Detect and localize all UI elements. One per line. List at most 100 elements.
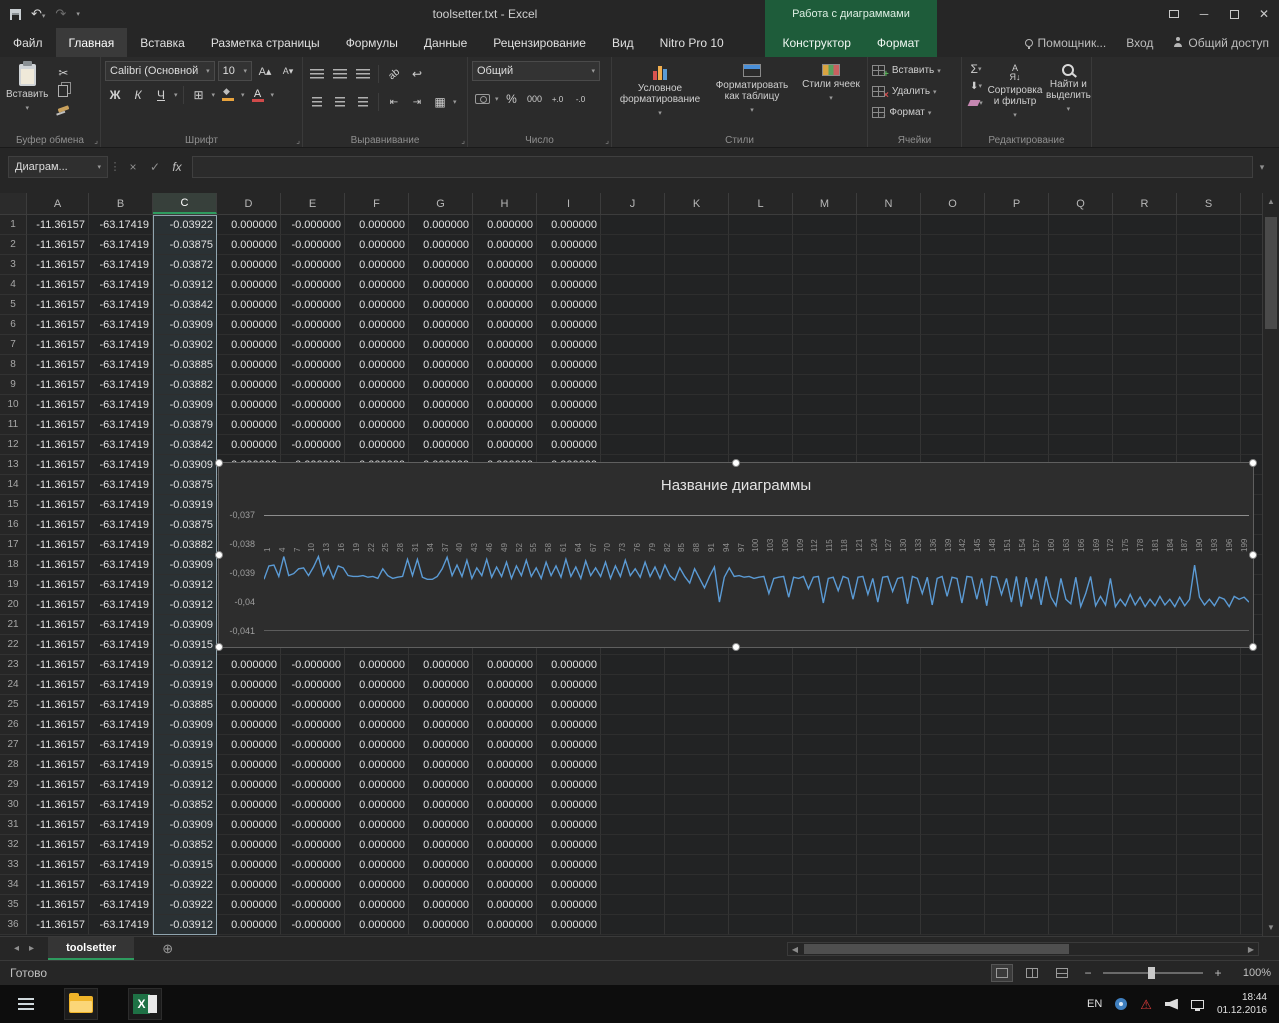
- cell[interactable]: 0.000000: [537, 895, 601, 915]
- cell[interactable]: [985, 655, 1049, 675]
- row-number[interactable]: 1: [0, 215, 27, 235]
- row-number[interactable]: 23: [0, 655, 27, 675]
- cell[interactable]: [729, 835, 793, 855]
- cell[interactable]: -11.36157: [27, 555, 89, 575]
- cell[interactable]: -0.000000: [281, 215, 345, 235]
- cell[interactable]: [1241, 395, 1262, 415]
- cell[interactable]: -0.000000: [281, 835, 345, 855]
- cell[interactable]: -63.17419: [89, 735, 153, 755]
- cell[interactable]: [601, 815, 665, 835]
- cell[interactable]: [857, 715, 921, 735]
- cell[interactable]: 0.000000: [409, 835, 473, 855]
- chart-handle-bottom-left[interactable]: [215, 643, 223, 651]
- cell[interactable]: -11.36157: [27, 915, 89, 935]
- cell[interactable]: 0.000000: [537, 435, 601, 455]
- number-format-combo[interactable]: Общий ▾: [472, 61, 600, 81]
- cell[interactable]: [601, 315, 665, 335]
- cell[interactable]: -63.17419: [89, 595, 153, 615]
- cell[interactable]: 0.000000: [345, 915, 409, 935]
- row-number[interactable]: 16: [0, 515, 27, 535]
- assistant-button[interactable]: Помощник...: [1024, 36, 1106, 50]
- zoom-out-button[interactable]: −: [1081, 966, 1095, 980]
- cell[interactable]: [729, 735, 793, 755]
- cell[interactable]: -11.36157: [27, 575, 89, 595]
- cell[interactable]: -0.000000: [281, 895, 345, 915]
- cell[interactable]: [729, 655, 793, 675]
- cell[interactable]: -11.36157: [27, 395, 89, 415]
- cell[interactable]: [1049, 875, 1113, 895]
- cell[interactable]: 0.000000: [217, 835, 281, 855]
- cell[interactable]: [729, 275, 793, 295]
- cell[interactable]: 0.000000: [345, 395, 409, 415]
- ribbon-tab-formulas[interactable]: Формулы: [333, 28, 411, 57]
- cell[interactable]: [729, 815, 793, 835]
- cell[interactable]: -0.03922: [153, 895, 217, 915]
- cell[interactable]: -11.36157: [27, 695, 89, 715]
- format-cells-button[interactable]: · Формат▾: [872, 102, 957, 123]
- cell[interactable]: [665, 235, 729, 255]
- cell[interactable]: 0.000000: [217, 435, 281, 455]
- column-header-R[interactable]: R: [1113, 193, 1177, 214]
- find-select-button[interactable]: Найти и выделить ▾: [1044, 61, 1093, 118]
- cell[interactable]: [1113, 255, 1177, 275]
- cell[interactable]: [793, 315, 857, 335]
- cell[interactable]: 0.000000: [409, 315, 473, 335]
- cell[interactable]: 0.000000: [537, 295, 601, 315]
- cell[interactable]: [1049, 255, 1113, 275]
- cell[interactable]: 0.000000: [409, 795, 473, 815]
- cell[interactable]: [793, 235, 857, 255]
- cell[interactable]: [1177, 215, 1241, 235]
- align-top-button[interactable]: [307, 64, 327, 84]
- redo-button[interactable]: ↷: [55, 5, 66, 23]
- cell[interactable]: -0.000000: [281, 315, 345, 335]
- cell[interactable]: [857, 375, 921, 395]
- cell[interactable]: -11.36157: [27, 515, 89, 535]
- cell[interactable]: [1177, 915, 1241, 935]
- cell[interactable]: [857, 395, 921, 415]
- cell[interactable]: 0.000000: [473, 655, 537, 675]
- cell[interactable]: -0.03909: [153, 315, 217, 335]
- increase-indent-button[interactable]: ⇥: [407, 92, 427, 112]
- cell[interactable]: -0.03885: [153, 695, 217, 715]
- cell[interactable]: -0.03912: [153, 275, 217, 295]
- cell[interactable]: -63.17419: [89, 775, 153, 795]
- cell[interactable]: -11.36157: [27, 615, 89, 635]
- start-menu-icon[interactable]: [18, 998, 34, 1010]
- row-number[interactable]: 11: [0, 415, 27, 435]
- cell[interactable]: 0.000000: [537, 675, 601, 695]
- cell[interactable]: [921, 815, 985, 835]
- cell[interactable]: [857, 735, 921, 755]
- cell[interactable]: [1177, 395, 1241, 415]
- cell[interactable]: -0.03915: [153, 855, 217, 875]
- cell[interactable]: [729, 355, 793, 375]
- cell[interactable]: -0.03912: [153, 655, 217, 675]
- network-icon[interactable]: [1190, 999, 1204, 1011]
- save-icon[interactable]: [10, 8, 21, 20]
- cell[interactable]: [601, 375, 665, 395]
- cell[interactable]: -11.36157: [27, 815, 89, 835]
- cell[interactable]: [857, 815, 921, 835]
- format-painter-button[interactable]: [53, 101, 73, 117]
- cell[interactable]: [793, 735, 857, 755]
- cell[interactable]: [665, 835, 729, 855]
- cell[interactable]: 0.000000: [537, 915, 601, 935]
- row-number[interactable]: 9: [0, 375, 27, 395]
- cell[interactable]: 0.000000: [537, 355, 601, 375]
- cell[interactable]: [1049, 675, 1113, 695]
- cell[interactable]: 0.000000: [537, 415, 601, 435]
- insert-cells-button[interactable]: + Вставить ▾: [872, 60, 957, 81]
- cell[interactable]: 0.000000: [217, 255, 281, 275]
- cell[interactable]: -11.36157: [27, 895, 89, 915]
- cell[interactable]: -0.000000: [281, 395, 345, 415]
- cell[interactable]: [1241, 335, 1262, 355]
- new-sheet-button[interactable]: ⊕: [162, 941, 173, 957]
- cell[interactable]: [665, 695, 729, 715]
- cell[interactable]: [921, 895, 985, 915]
- cell[interactable]: [857, 275, 921, 295]
- cell[interactable]: [921, 855, 985, 875]
- merge-dropdown[interactable]: ▾: [453, 98, 457, 106]
- cell[interactable]: [793, 875, 857, 895]
- cell[interactable]: -63.17419: [89, 755, 153, 775]
- cell[interactable]: 0.000000: [217, 355, 281, 375]
- cell[interactable]: -63.17419: [89, 215, 153, 235]
